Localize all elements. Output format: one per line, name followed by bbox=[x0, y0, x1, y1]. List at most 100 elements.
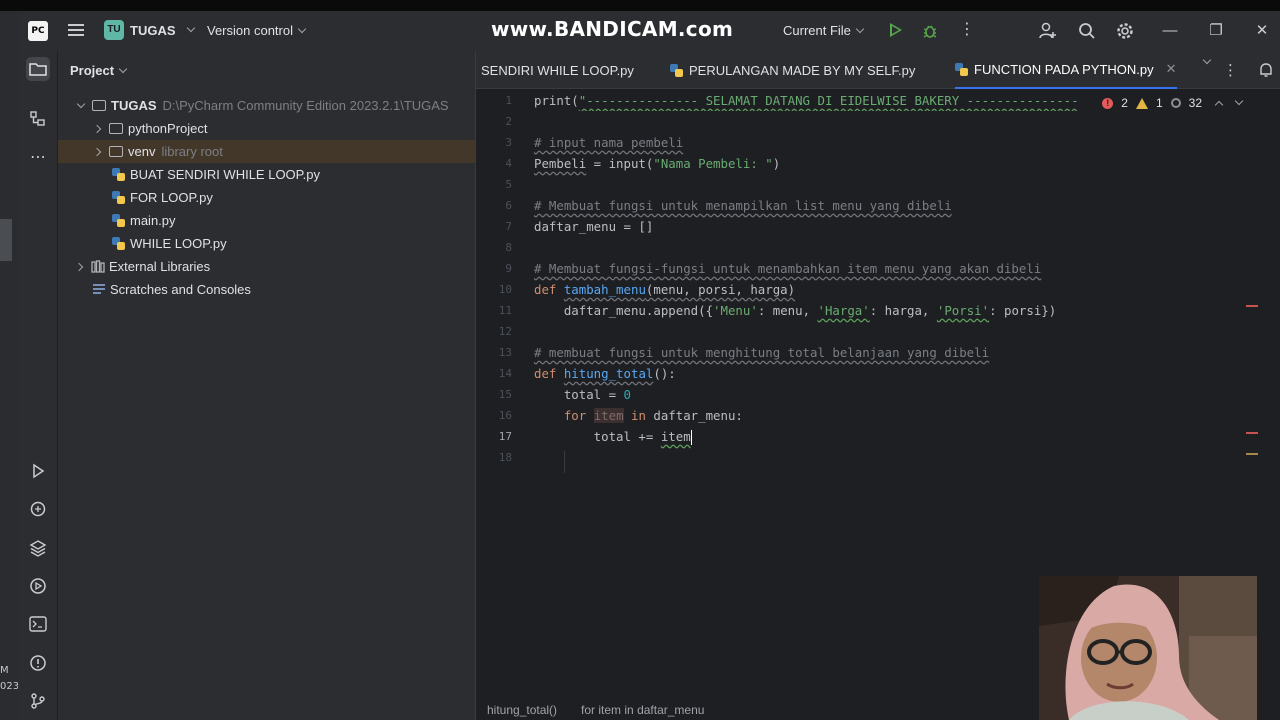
text-caret bbox=[690, 430, 693, 445]
line-number: 5 bbox=[505, 178, 512, 191]
tree-root-label: TUGAS bbox=[111, 98, 157, 113]
tree-item-scratches[interactable]: Scratches and Consoles bbox=[58, 278, 475, 301]
run-icon[interactable] bbox=[26, 459, 50, 483]
line-number: 15 bbox=[498, 388, 512, 401]
python-file-icon bbox=[112, 191, 125, 204]
tab-function-pada-python[interactable]: FUNCTION PADA PYTHON.py ✕ bbox=[955, 51, 1177, 89]
breadcrumb-item[interactable]: for item in daftar_menu bbox=[581, 703, 704, 717]
tab-list-chevron-icon[interactable] bbox=[1202, 55, 1212, 65]
structure-icon[interactable] bbox=[26, 107, 50, 131]
tree-item-file[interactable]: main.py bbox=[58, 209, 475, 232]
error-stripe-mark[interactable] bbox=[1246, 305, 1258, 307]
close-tab-icon[interactable]: ✕ bbox=[1166, 61, 1177, 77]
services-icon[interactable] bbox=[26, 574, 50, 598]
tree-root-path: D:\PyCharm Community Edition 2023.2.1\TU… bbox=[162, 98, 449, 113]
tab-perulangan[interactable]: PERULANGAN MADE BY MY SELF.py bbox=[670, 51, 915, 89]
tree-item-external-libraries[interactable]: External Libraries bbox=[58, 255, 475, 278]
restore-icon[interactable]: ❐ bbox=[1206, 21, 1226, 41]
library-icon bbox=[91, 260, 105, 273]
webcam-person-image bbox=[1039, 576, 1257, 720]
line-number: 16 bbox=[498, 409, 512, 422]
tree-item-file[interactable]: BUAT SENDIRI WHILE LOOP.py bbox=[58, 163, 475, 186]
version-control-label: Version control bbox=[207, 23, 293, 38]
chevron-down-icon bbox=[297, 24, 307, 33]
more-icon[interactable]: ⋯ bbox=[26, 145, 50, 169]
tree-item-venv[interactable]: venv library root bbox=[58, 140, 475, 163]
line-number: 2 bbox=[505, 115, 512, 128]
scratches-icon bbox=[93, 284, 105, 294]
tree-item-label: Scratches and Consoles bbox=[110, 282, 251, 297]
notifications-icon[interactable] bbox=[1258, 62, 1274, 78]
webcam-overlay bbox=[1039, 576, 1257, 720]
tree-item-label: pythonProject bbox=[128, 121, 208, 136]
line-number: 9 bbox=[505, 262, 512, 275]
code-line: # input nama pembeli bbox=[534, 135, 684, 150]
tab-label: PERULANGAN MADE BY MY SELF.py bbox=[689, 62, 916, 78]
code-line: # membuat fungsi untuk menghitung total … bbox=[534, 345, 990, 360]
project-badge: TU bbox=[104, 20, 124, 40]
tree-root-tugas[interactable]: TUGAS D:\PyCharm Community Edition 2023.… bbox=[58, 94, 475, 117]
line-number: 7 bbox=[505, 220, 512, 233]
chevron-right-icon bbox=[74, 262, 84, 271]
more-icon[interactable]: ⋮ bbox=[1223, 61, 1238, 79]
tab-label: FUNCTION PADA PYTHON.py bbox=[974, 61, 1154, 77]
tree-item-file[interactable]: WHILE LOOP.py bbox=[58, 232, 475, 255]
more-icon[interactable]: ⋮ bbox=[959, 22, 975, 38]
version-control-menu[interactable]: Version control bbox=[207, 23, 307, 38]
code-line: # Membuat fungsi-fungsi untuk menambahka… bbox=[534, 261, 1042, 276]
error-stripe-mark[interactable] bbox=[1246, 432, 1258, 434]
tree-item-label: FOR LOOP.py bbox=[130, 190, 213, 205]
search-icon[interactable] bbox=[1077, 21, 1097, 41]
tab-sendiri-while-loop[interactable]: SENDIRI WHILE LOOP.py bbox=[481, 51, 634, 89]
project-view-selector[interactable]: Project bbox=[70, 63, 128, 78]
tool-window-strip: ⋯ bbox=[18, 51, 58, 720]
tree-item-label: venv bbox=[128, 144, 156, 159]
line-number: 18 bbox=[498, 451, 512, 464]
line-number: 8 bbox=[505, 241, 512, 254]
tree-item-label: main.py bbox=[130, 213, 176, 228]
python-file-icon bbox=[112, 237, 125, 250]
folder-icon bbox=[109, 146, 123, 157]
python-file-icon bbox=[112, 214, 125, 227]
folder-icon bbox=[92, 100, 106, 111]
chevron-right-icon bbox=[92, 147, 102, 156]
tree-item-hint: library root bbox=[161, 144, 223, 159]
problems-icon[interactable] bbox=[26, 651, 50, 675]
add-user-icon[interactable] bbox=[1038, 21, 1058, 41]
code-line: total = 0 bbox=[534, 387, 631, 402]
folder-icon bbox=[109, 123, 123, 134]
desktop-edge-text: 023 bbox=[0, 681, 20, 692]
code-line: daftar_menu.append({'Menu': menu, 'Harga… bbox=[534, 303, 1057, 318]
chevron-down-icon bbox=[76, 99, 86, 108]
title-bar: PC TU TUGAS Version control www.BANDICAM… bbox=[18, 11, 1280, 51]
run-configuration-label: Current File bbox=[783, 23, 851, 38]
tree-item-label: WHILE LOOP.py bbox=[130, 236, 227, 251]
code-line: # Membuat fungsi untuk menampilkan list … bbox=[534, 198, 952, 213]
editor-tabs: SENDIRI WHILE LOOP.py PERULANGAN MADE BY… bbox=[476, 51, 1280, 89]
folder-icon[interactable] bbox=[26, 57, 50, 81]
line-number-gutter: 1 2 3 4 5 6 7 8 9 10 11 12 13 14 15 16 1… bbox=[476, 89, 526, 709]
tree-item-file[interactable]: FOR LOOP.py bbox=[58, 186, 475, 209]
terminal-icon[interactable] bbox=[26, 612, 50, 636]
run-configuration-select[interactable]: Current File bbox=[783, 23, 865, 38]
main-menu-icon[interactable] bbox=[66, 21, 86, 41]
breadcrumb-item[interactable]: hitung_total() bbox=[487, 703, 557, 717]
code-line-current: total += item bbox=[534, 429, 693, 445]
python-console-icon[interactable] bbox=[26, 497, 50, 521]
tree-item-label: External Libraries bbox=[109, 259, 211, 274]
tab-label: SENDIRI WHILE LOOP.py bbox=[481, 62, 634, 78]
debug-icon[interactable] bbox=[922, 23, 938, 39]
project-name: TUGAS bbox=[130, 22, 176, 38]
background-desktop-strip: M 023 bbox=[0, 11, 20, 720]
minimize-icon[interactable]: — bbox=[1160, 21, 1180, 41]
warning-stripe-mark[interactable] bbox=[1246, 453, 1258, 455]
code-line: def tambah_menu(menu, porsi, harga) bbox=[534, 282, 796, 297]
git-icon[interactable] bbox=[26, 689, 50, 713]
tree-item-pythonproject[interactable]: pythonProject bbox=[58, 117, 475, 140]
project-switcher[interactable]: TU TUGAS bbox=[104, 20, 195, 40]
line-number: 11 bbox=[498, 304, 512, 317]
layers-icon[interactable] bbox=[26, 536, 50, 560]
python-file-icon bbox=[955, 62, 968, 76]
settings-icon[interactable] bbox=[1115, 21, 1135, 41]
close-icon[interactable]: ✕ bbox=[1252, 21, 1272, 41]
